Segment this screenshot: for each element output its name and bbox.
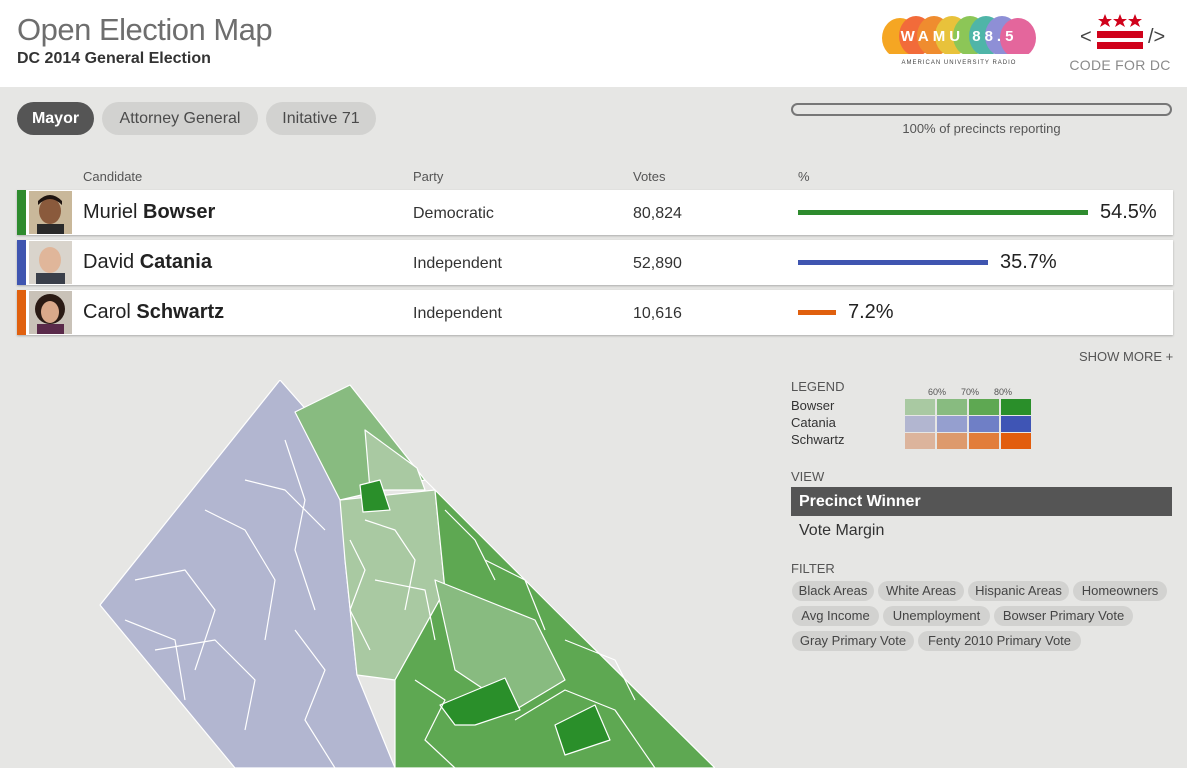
column-header-candidate: Candidate xyxy=(83,169,143,184)
filter-chip-bowser-primary-vote[interactable]: Bowser Primary Vote xyxy=(994,606,1133,626)
view-title: VIEW xyxy=(791,469,825,484)
column-header-party: Party xyxy=(413,169,444,184)
precincts-reporting-label: 100% of precincts reporting xyxy=(902,121,1061,136)
candidate-vote-bar xyxy=(798,310,836,315)
candidate-party: Democratic xyxy=(413,205,494,222)
wamu-name: WAMU 88.5 xyxy=(900,28,1018,45)
candidate-votes: 10,616 xyxy=(633,305,682,322)
column-header-pct: % xyxy=(798,169,810,184)
code-for-dc-name: CODE FOR DC xyxy=(1069,57,1171,73)
candidate-photo-bowser xyxy=(29,191,72,234)
legend-name-schwartz: Schwartz xyxy=(791,432,845,447)
view-option-precinct-winner[interactable]: Precinct Winner xyxy=(791,487,1172,516)
candidate-color-stripe xyxy=(17,290,26,335)
filter-title: FILTER xyxy=(791,561,835,576)
wamu-logo[interactable]: WAMU 88.5 AMERICAN UNIVERSITY RADIO xyxy=(882,14,1036,74)
code-for-dc-logo[interactable]: < /> CODE FOR DC xyxy=(1064,12,1176,76)
candidate-name: David Catania xyxy=(83,251,212,273)
candidate-row-catania[interactable]: David Catania Independent 52,890 35.7% xyxy=(17,240,1173,285)
filter-chip-unemployment[interactable]: Unemployment xyxy=(883,606,990,626)
filter-chip-white-areas[interactable]: White Areas xyxy=(878,581,964,601)
legend-name-bowser: Bowser xyxy=(791,398,835,413)
candidate-row-schwartz[interactable]: Carol Schwartz Independent 10,616 7.2% xyxy=(17,290,1173,335)
candidate-vote-bar xyxy=(798,210,1088,215)
candidate-photo-schwartz xyxy=(29,291,72,334)
legend-swatch xyxy=(905,399,935,415)
legend-swatch xyxy=(1001,433,1031,449)
site-title: Open Election Map xyxy=(17,12,273,47)
legend-title: LEGEND xyxy=(791,379,845,394)
precincts-progress-bar xyxy=(791,103,1172,116)
site-header: Open Election Map DC 2014 General Electi… xyxy=(0,0,1187,87)
legend-swatch xyxy=(969,416,999,432)
column-header-votes: Votes xyxy=(633,169,666,184)
candidate-name: Carol Schwartz xyxy=(83,301,225,323)
filter-chip-hispanic-areas[interactable]: Hispanic Areas xyxy=(968,581,1069,601)
legend-swatch xyxy=(937,416,967,432)
filter-chip-gray-primary-vote[interactable]: Gray Primary Vote xyxy=(792,631,914,651)
dc-flag-icon: < /> xyxy=(1080,14,1165,49)
filter-chip-homeowners[interactable]: Homeowners xyxy=(1073,581,1167,601)
tab-initiative-71[interactable]: Initative 71 xyxy=(266,102,376,135)
show-more-link[interactable]: SHOW MORE + xyxy=(1079,349,1173,364)
candidate-pct: 35.7% xyxy=(1000,251,1057,273)
precincts-progress-fill xyxy=(795,107,1168,112)
legend-swatch xyxy=(937,433,967,449)
legend-swatch xyxy=(969,433,999,449)
legend-name-catania: Catania xyxy=(791,415,836,430)
legend-swatch xyxy=(1001,416,1031,432)
candidate-pct: 7.2% xyxy=(848,301,894,323)
svg-text:/>: /> xyxy=(1148,26,1165,48)
tab-attorney-general[interactable]: Attorney General xyxy=(102,102,258,135)
filter-chip-black-areas[interactable]: Black Areas xyxy=(792,581,874,601)
legend-threshold: 60% xyxy=(927,387,946,397)
filter-chip-avg-income[interactable]: Avg Income xyxy=(792,606,879,626)
legend-swatch xyxy=(905,416,935,432)
candidate-votes: 52,890 xyxy=(633,255,682,272)
legend-swatch xyxy=(1001,399,1031,415)
candidate-pct: 54.5% xyxy=(1100,201,1157,223)
candidate-color-stripe xyxy=(17,240,26,285)
candidate-vote-bar xyxy=(798,260,988,265)
site-subtitle: DC 2014 General Election xyxy=(17,50,211,67)
candidate-color-stripe xyxy=(17,190,26,235)
candidate-party: Independent xyxy=(413,305,502,322)
wamu-tagline: AMERICAN UNIVERSITY RADIO xyxy=(901,60,1017,66)
precinct-map[interactable] xyxy=(95,380,715,768)
legend-swatch xyxy=(969,399,999,415)
candidate-party: Independent xyxy=(413,255,502,272)
candidate-photo-catania xyxy=(29,241,72,284)
filter-chip-fenty-2010-primary-vote[interactable]: Fenty 2010 Primary Vote xyxy=(918,631,1081,651)
legend-swatch xyxy=(937,399,967,415)
svg-text:<: < xyxy=(1080,26,1092,48)
legend-threshold: 80% xyxy=(993,387,1012,397)
tab-mayor[interactable]: Mayor xyxy=(17,102,94,135)
legend-threshold: 70% xyxy=(960,387,979,397)
view-option-vote-margin[interactable]: Vote Margin xyxy=(791,516,1172,545)
legend-swatch xyxy=(905,433,935,449)
candidate-name: Muriel Bowser xyxy=(83,201,216,223)
candidate-votes: 80,824 xyxy=(633,205,682,222)
candidate-row-bowser[interactable]: Muriel Bowser Democratic 80,824 54.5% xyxy=(17,190,1173,235)
